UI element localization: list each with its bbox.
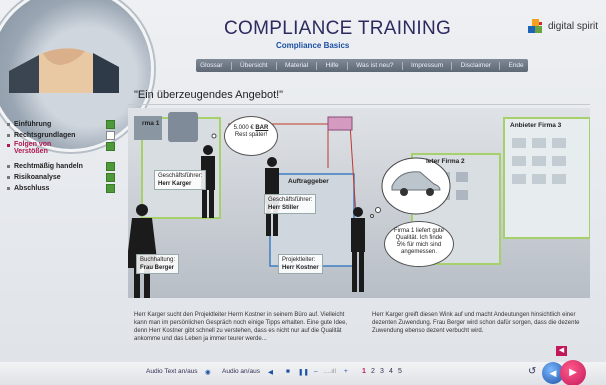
volume-up-icon[interactable]: + xyxy=(344,368,348,375)
nav-ende[interactable]: Ende xyxy=(508,62,523,69)
bullet-icon xyxy=(7,187,10,190)
brand-logo: digital spirit xyxy=(528,19,598,33)
app-subtitle: Compliance Basics xyxy=(276,41,350,50)
page-2[interactable]: 2 xyxy=(371,368,375,375)
bullet-icon xyxy=(7,165,10,168)
label-kostner-name: Herr Kostner xyxy=(282,265,319,271)
label-berger-name: Frau Berger xyxy=(140,265,175,271)
sidebar-item-label: Abschluss xyxy=(14,185,50,192)
next-button[interactable]: ▶ xyxy=(560,360,586,385)
arrow-right-icon: ▶ xyxy=(569,367,577,378)
company1-label: rma 1 xyxy=(142,120,160,127)
story-text-left: Herr Karger sucht den Projektleiter Herr… xyxy=(134,312,348,342)
label-berger: Buchhaltung: Frau Berger xyxy=(136,254,180,274)
label-karger-name: Herr Karger xyxy=(158,181,192,187)
top-nav: Glossar Übersicht Material Hilfe Was ist… xyxy=(196,59,528,72)
money-rest: Rest später! xyxy=(234,132,268,138)
client-label: Auftraggeber xyxy=(288,178,329,185)
page-3[interactable]: 3 xyxy=(380,368,384,375)
audio-toggle[interactable]: Audio an/aus xyxy=(222,368,260,375)
back-small-icon[interactable]: ◀ xyxy=(556,346,567,356)
bullet-icon xyxy=(7,176,10,179)
sidebar-item-rechtsgrundlagen[interactable]: Rechtsgrundlagen xyxy=(7,130,115,141)
stop-icon[interactable]: ■ xyxy=(286,368,290,375)
label-kostner-title: Projektleiter: xyxy=(282,257,316,263)
speaker-icon[interactable]: ◀ xyxy=(268,368,273,376)
sidebar-item-label: Rechtmäßig handeln xyxy=(14,163,83,170)
nav-glossar[interactable]: Glossar xyxy=(200,62,222,69)
label-karger: Geschäftsführer: Herr Karger xyxy=(154,170,207,190)
label-karger-title: Geschäftsführer: xyxy=(158,173,203,179)
check-icon xyxy=(106,173,115,182)
company2-label: ieter Firma 2 xyxy=(426,158,465,165)
bullet-icon xyxy=(7,134,10,137)
pause-icon[interactable]: ❚❚ xyxy=(298,368,309,376)
reload-icon[interactable]: ↺ xyxy=(528,366,536,377)
volume-bar-icon[interactable]: ....ıll xyxy=(324,368,336,375)
company3-label: Anbieter Firma 3 xyxy=(510,122,562,129)
nav-uebersicht[interactable]: Übersicht xyxy=(240,62,267,69)
sidebar-item-label: Einführung xyxy=(14,121,52,128)
nav-hilfe[interactable]: Hilfe xyxy=(326,62,339,69)
label-stiller-title: Geschäftsführer: xyxy=(268,197,313,203)
money-bubble: 5.000 € BAR Rest später! xyxy=(224,116,278,156)
quality-bubble: Firma 1 liefert gute Qualität. Ich finde… xyxy=(384,221,454,267)
sidebar-item-label: Folgen von Verstößen xyxy=(14,141,52,155)
app-title: COMPLIANCE TRAINING xyxy=(224,18,452,39)
money-amount: 5.000 € xyxy=(233,125,254,131)
checkbox-empty-icon xyxy=(106,131,115,140)
logo-text: digital spirit xyxy=(548,20,599,32)
nav-disclaimer[interactable]: Disclaimer xyxy=(461,62,491,69)
check-icon xyxy=(106,184,115,193)
sidebar-item-folgen[interactable]: Folgen von Verstößen xyxy=(7,141,115,161)
sidebar-item-label: Risikoanalyse xyxy=(14,174,61,181)
page-1[interactable]: 1 xyxy=(362,368,366,375)
bullet-icon xyxy=(7,123,10,126)
label-stiller-name: Herr Stiller xyxy=(268,205,299,211)
sidebar-item-abschluss[interactable]: Abschluss xyxy=(7,183,115,194)
sidebar-item-rechtmaessig[interactable]: Rechtmäßig handeln xyxy=(7,161,115,172)
app-window: COMPLIANCE TRAINING Compliance Basics di… xyxy=(0,0,606,385)
sidebar-item-einfuehrung[interactable]: Einführung xyxy=(7,119,115,130)
money-bar: BAR xyxy=(255,125,269,131)
sidebar: Einführung Rechtsgrundlagen Folgen von V… xyxy=(7,119,115,194)
sidebar-item-label: Rechtsgrundlagen xyxy=(14,132,76,139)
check-icon xyxy=(106,120,115,129)
handshake-icon xyxy=(9,48,119,93)
story-text-right: Herr Karger greift diesen Wink auf und m… xyxy=(372,312,580,334)
sidebar-item-risikoanalyse[interactable]: Risikoanalyse xyxy=(7,172,115,183)
label-kostner: Projektleiter: Herr Kostner xyxy=(278,254,323,274)
label-berger-title: Buchhaltung: xyxy=(140,257,176,263)
bullet-icon xyxy=(7,144,10,147)
page-title: "Ein überzeugendes Angebot!" xyxy=(134,89,284,101)
nav-impressum[interactable]: Impressum xyxy=(411,62,443,69)
scene-illustration: rma 1 ieter Firma 2 Anbieter Firma 3 Auf… xyxy=(128,108,590,298)
page-5[interactable]: 5 xyxy=(398,368,402,375)
label-stiller: Geschäftsführer: Herr Stiller xyxy=(264,194,317,214)
check-icon xyxy=(106,142,115,151)
logo-icon xyxy=(528,19,542,33)
divider xyxy=(128,104,590,105)
nav-material[interactable]: Material xyxy=(285,62,308,69)
audio-text-toggle[interactable]: Audio Text an/aus xyxy=(146,368,198,375)
check-icon xyxy=(106,162,115,171)
speech-bubble-icon[interactable]: ◉ xyxy=(205,368,211,376)
volume-down-icon[interactable]: – xyxy=(314,368,318,375)
nav-whats-new[interactable]: Was ist neu? xyxy=(356,62,393,69)
page-4[interactable]: 4 xyxy=(389,368,393,375)
scene-graphics xyxy=(128,112,590,298)
